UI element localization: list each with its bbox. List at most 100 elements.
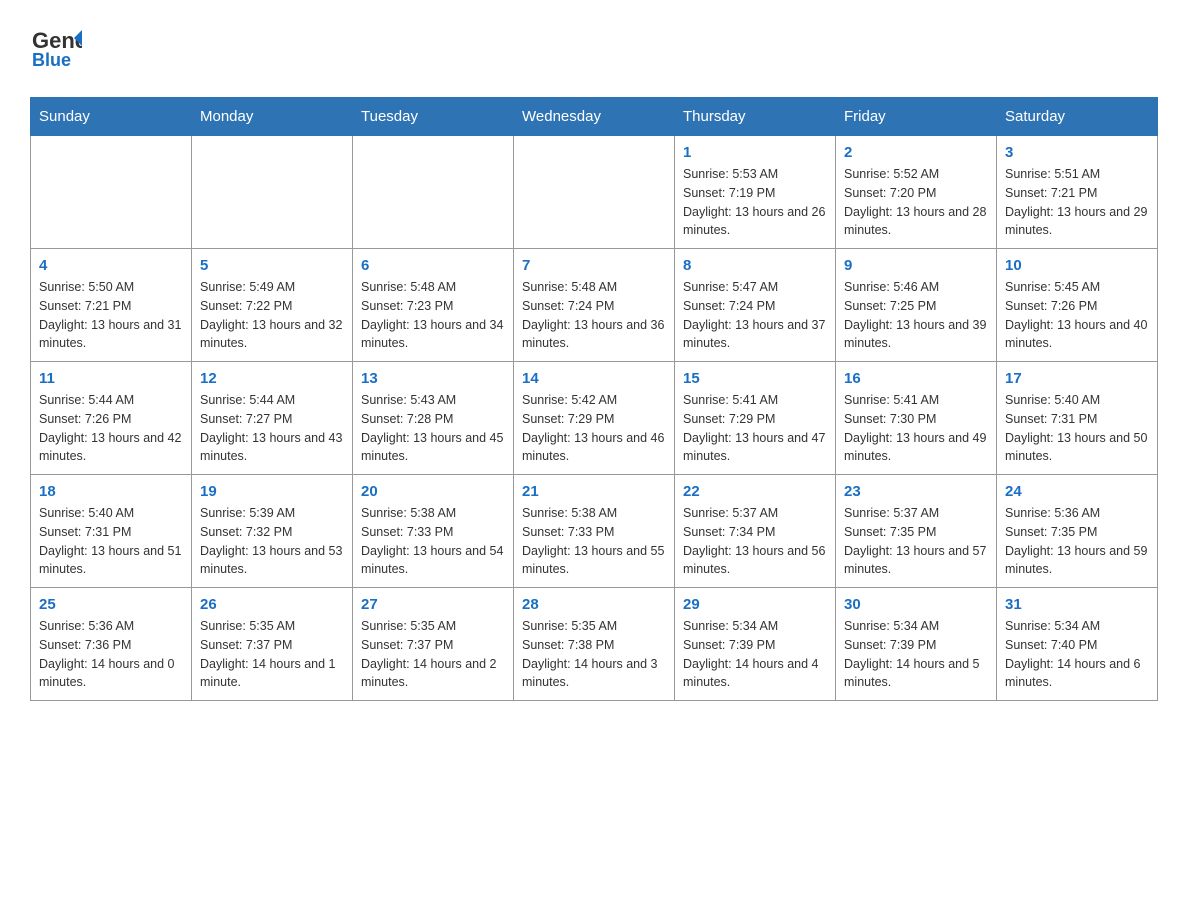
day-number: 19	[200, 483, 344, 500]
calendar-cell: 12 Sunrise: 5:44 AM Sunset: 7:27 PM Dayli…	[192, 362, 353, 475]
calendar-cell: 28 Sunrise: 5:35 AM Sunset: 7:38 PM Dayli…	[514, 588, 675, 701]
calendar-cell: 23 Sunrise: 5:37 AM Sunset: 7:35 PM Dayli…	[836, 475, 997, 588]
calendar-cell	[514, 136, 675, 249]
day-info: Sunrise: 5:51 AM Sunset: 7:21 PM Dayligh…	[1005, 165, 1149, 240]
day-number: 16	[844, 370, 988, 387]
day-number: 11	[39, 370, 183, 387]
calendar-cell: 2 Sunrise: 5:52 AM Sunset: 7:20 PM Daylig…	[836, 136, 997, 249]
day-info: Sunrise: 5:42 AM Sunset: 7:29 PM Dayligh…	[522, 391, 666, 466]
calendar-cell: 30 Sunrise: 5:34 AM Sunset: 7:39 PM Dayli…	[836, 588, 997, 701]
svg-text:Blue: Blue	[32, 50, 71, 70]
week-row-1: 1 Sunrise: 5:53 AM Sunset: 7:19 PM Daylig…	[31, 136, 1158, 249]
day-info: Sunrise: 5:48 AM Sunset: 7:23 PM Dayligh…	[361, 278, 505, 353]
day-header-monday: Monday	[192, 98, 353, 136]
day-number: 5	[200, 257, 344, 274]
day-info: Sunrise: 5:43 AM Sunset: 7:28 PM Dayligh…	[361, 391, 505, 466]
day-info: Sunrise: 5:35 AM Sunset: 7:37 PM Dayligh…	[200, 617, 344, 692]
calendar-cell: 5 Sunrise: 5:49 AM Sunset: 7:22 PM Daylig…	[192, 249, 353, 362]
day-info: Sunrise: 5:41 AM Sunset: 7:30 PM Dayligh…	[844, 391, 988, 466]
calendar-cell: 18Sunrise: 5:40 AM Sunset: 7:31 PM Dayli…	[31, 475, 192, 588]
day-info: Sunrise: 5:34 AM Sunset: 7:39 PM Dayligh…	[844, 617, 988, 692]
day-info: Sunrise: 5:40 AM Sunset: 7:31 PM Dayligh…	[1005, 391, 1149, 466]
day-info: Sunrise: 5:37 AM Sunset: 7:34 PM Dayligh…	[683, 504, 827, 579]
calendar-cell: 7Sunrise: 5:48 AM Sunset: 7:24 PM Daylig…	[514, 249, 675, 362]
logo-icon: General Blue	[30, 20, 82, 77]
calendar-cell: 11 Sunrise: 5:44 AM Sunset: 7:26 PM Dayli…	[31, 362, 192, 475]
day-info: Sunrise: 5:49 AM Sunset: 7:22 PM Dayligh…	[200, 278, 344, 353]
day-info: Sunrise: 5:38 AM Sunset: 7:33 PM Dayligh…	[522, 504, 666, 579]
day-info: Sunrise: 5:45 AM Sunset: 7:26 PM Dayligh…	[1005, 278, 1149, 353]
day-number: 3	[1005, 144, 1149, 161]
calendar-cell	[192, 136, 353, 249]
calendar-cell: 9Sunrise: 5:46 AM Sunset: 7:25 PM Daylig…	[836, 249, 997, 362]
day-info: Sunrise: 5:38 AM Sunset: 7:33 PM Dayligh…	[361, 504, 505, 579]
calendar-cell: 21 Sunrise: 5:38 AM Sunset: 7:33 PM Dayli…	[514, 475, 675, 588]
calendar-table: SundayMondayTuesdayWednesdayThursdayFrid…	[30, 97, 1158, 701]
calendar-cell	[353, 136, 514, 249]
calendar-cell: 27 Sunrise: 5:35 AM Sunset: 7:37 PM Dayli…	[353, 588, 514, 701]
day-info: Sunrise: 5:34 AM Sunset: 7:39 PM Dayligh…	[683, 617, 827, 692]
calendar-cell: 10Sunrise: 5:45 AM Sunset: 7:26 PM Dayli…	[997, 249, 1158, 362]
day-info: Sunrise: 5:52 AM Sunset: 7:20 PM Dayligh…	[844, 165, 988, 240]
day-info: Sunrise: 5:39 AM Sunset: 7:32 PM Dayligh…	[200, 504, 344, 579]
day-info: Sunrise: 5:41 AM Sunset: 7:29 PM Dayligh…	[683, 391, 827, 466]
day-number: 28	[522, 596, 666, 613]
day-info: Sunrise: 5:36 AM Sunset: 7:35 PM Dayligh…	[1005, 504, 1149, 579]
calendar-header-row: SundayMondayTuesdayWednesdayThursdayFrid…	[31, 98, 1158, 136]
day-info: Sunrise: 5:35 AM Sunset: 7:38 PM Dayligh…	[522, 617, 666, 692]
day-number: 26	[200, 596, 344, 613]
day-number: 27	[361, 596, 505, 613]
week-row-5: 25Sunrise: 5:36 AM Sunset: 7:36 PM Dayli…	[31, 588, 1158, 701]
day-number: 2	[844, 144, 988, 161]
day-info: Sunrise: 5:53 AM Sunset: 7:19 PM Dayligh…	[683, 165, 827, 240]
day-number: 25	[39, 596, 183, 613]
day-number: 23	[844, 483, 988, 500]
day-info: Sunrise: 5:37 AM Sunset: 7:35 PM Dayligh…	[844, 504, 988, 579]
day-number: 21	[522, 483, 666, 500]
week-row-3: 11 Sunrise: 5:44 AM Sunset: 7:26 PM Dayli…	[31, 362, 1158, 475]
day-number: 12	[200, 370, 344, 387]
day-header-thursday: Thursday	[675, 98, 836, 136]
calendar-cell: 16 Sunrise: 5:41 AM Sunset: 7:30 PM Dayli…	[836, 362, 997, 475]
day-number: 13	[361, 370, 505, 387]
day-number: 20	[361, 483, 505, 500]
page-header: General Blue	[30, 20, 1158, 77]
day-number: 22	[683, 483, 827, 500]
day-number: 29	[683, 596, 827, 613]
day-info: Sunrise: 5:50 AM Sunset: 7:21 PM Dayligh…	[39, 278, 183, 353]
day-number: 14	[522, 370, 666, 387]
calendar-cell: 17 Sunrise: 5:40 AM Sunset: 7:31 PM Dayli…	[997, 362, 1158, 475]
calendar-cell: 25Sunrise: 5:36 AM Sunset: 7:36 PM Dayli…	[31, 588, 192, 701]
calendar-cell: 22 Sunrise: 5:37 AM Sunset: 7:34 PM Dayli…	[675, 475, 836, 588]
day-info: Sunrise: 5:35 AM Sunset: 7:37 PM Dayligh…	[361, 617, 505, 692]
day-number: 31	[1005, 596, 1149, 613]
calendar-cell: 14 Sunrise: 5:42 AM Sunset: 7:29 PM Dayli…	[514, 362, 675, 475]
day-number: 1	[683, 144, 827, 161]
day-number: 17	[1005, 370, 1149, 387]
calendar-cell: 26 Sunrise: 5:35 AM Sunset: 7:37 PM Dayli…	[192, 588, 353, 701]
logo: General Blue	[30, 20, 82, 77]
week-row-2: 4Sunrise: 5:50 AM Sunset: 7:21 PM Daylig…	[31, 249, 1158, 362]
day-number: 9	[844, 257, 988, 274]
calendar-cell: 31 Sunrise: 5:34 AM Sunset: 7:40 PM Dayli…	[997, 588, 1158, 701]
day-number: 18	[39, 483, 183, 500]
calendar-cell: 24 Sunrise: 5:36 AM Sunset: 7:35 PM Dayli…	[997, 475, 1158, 588]
day-number: 8	[683, 257, 827, 274]
day-number: 6	[361, 257, 505, 274]
day-header-wednesday: Wednesday	[514, 98, 675, 136]
day-info: Sunrise: 5:44 AM Sunset: 7:27 PM Dayligh…	[200, 391, 344, 466]
week-row-4: 18Sunrise: 5:40 AM Sunset: 7:31 PM Dayli…	[31, 475, 1158, 588]
day-header-saturday: Saturday	[997, 98, 1158, 136]
calendar-cell: 13 Sunrise: 5:43 AM Sunset: 7:28 PM Dayli…	[353, 362, 514, 475]
calendar-cell: 19 Sunrise: 5:39 AM Sunset: 7:32 PM Dayli…	[192, 475, 353, 588]
calendar-cell: 15 Sunrise: 5:41 AM Sunset: 7:29 PM Dayli…	[675, 362, 836, 475]
day-number: 30	[844, 596, 988, 613]
day-info: Sunrise: 5:44 AM Sunset: 7:26 PM Dayligh…	[39, 391, 183, 466]
day-header-friday: Friday	[836, 98, 997, 136]
day-number: 15	[683, 370, 827, 387]
day-number: 24	[1005, 483, 1149, 500]
day-header-tuesday: Tuesday	[353, 98, 514, 136]
day-info: Sunrise: 5:34 AM Sunset: 7:40 PM Dayligh…	[1005, 617, 1149, 692]
calendar-cell: 3 Sunrise: 5:51 AM Sunset: 7:21 PM Daylig…	[997, 136, 1158, 249]
calendar-cell: 4Sunrise: 5:50 AM Sunset: 7:21 PM Daylig…	[31, 249, 192, 362]
